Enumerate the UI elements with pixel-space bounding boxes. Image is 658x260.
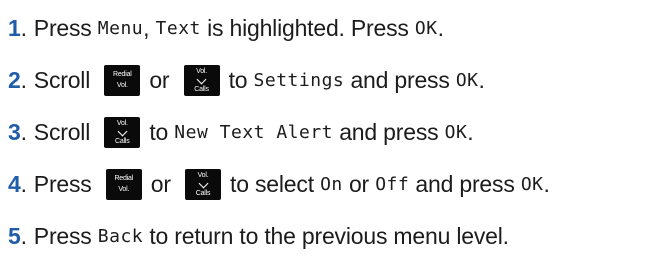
step-4: 4. Press Redial Vol. or Vol. Calls to select … [8,164,550,204]
key-bottom-label: Calls [194,85,209,93]
step-text: Press [33,170,98,197]
step-text: Scroll [33,118,97,145]
display-term: OK [520,173,544,195]
step-text: Press [33,14,98,41]
step-text: . [467,118,474,145]
display-term: Back [97,225,144,247]
step-3: 3. Scroll Vol. Calls to New Text Alert and … [8,112,474,152]
step-text: to [228,66,254,93]
step-5: 5. Press Back to return to the previous m… [8,216,509,256]
step-number: 4 [8,170,21,197]
display-term: Settings [253,69,345,91]
step-text: or [150,170,178,197]
step-text: Press [33,222,98,249]
display-term: OK [414,17,438,39]
step-text: to [149,118,175,145]
display-term: Menu [97,17,144,39]
step-number-period: . [20,14,27,41]
step-text: and press [409,170,521,197]
step-text: , [143,14,156,41]
key-bottom-label: Calls [115,137,130,145]
step-text: and press [333,118,445,145]
step-number: 2 [8,66,21,93]
chevron-down-icon [117,126,128,136]
step-text: to select [230,170,321,197]
step-2: 2. Scroll Redial Vol. or Vol. Calls to Settin… [8,60,485,100]
step-text: is highlighted. Press [200,14,415,41]
step-number: 3 [8,118,21,145]
step-text: to return to the previous menu level. [143,222,509,249]
step-number-period: . [20,170,27,197]
redial-vol-key-icon: Redial Vol. [104,64,141,96]
display-term: OK [444,121,468,143]
step-1: 1. Press Menu, Text is highlighted. Press… [8,8,444,48]
redial-vol-key-icon: Redial Vol. [105,168,142,200]
step-number-period: . [20,118,27,145]
display-term: Off [375,173,410,195]
step-text: . [478,66,485,93]
step-text: Scroll [33,66,97,93]
chevron-down-icon [196,74,207,84]
display-term: New Text Alert [174,121,334,143]
step-number-period: . [20,222,27,249]
step-text: and press [344,66,456,93]
step-text: or [149,66,176,93]
step-number: 1 [8,14,21,41]
step-text: or [342,170,376,197]
step-text: . [543,170,550,197]
key-bottom-label: Vol. [118,186,130,193]
step-number-period: . [20,66,27,93]
display-term: Text [155,17,201,39]
key-top-label: Vol. [196,67,207,75]
display-term: OK [455,69,479,91]
key-top-label: Redial [112,71,132,78]
vol-calls-down-key-icon: Vol. Calls [183,64,220,96]
key-bottom-label: Vol. [116,82,128,89]
key-top-label: Redial [114,175,134,182]
key-bottom-label: Calls [195,189,211,197]
chevron-down-icon [198,178,208,188]
step-text: . [437,14,444,41]
vol-calls-down-key-icon: Vol. Calls [185,168,222,200]
step-number: 5 [8,222,21,249]
display-term: On [320,173,343,195]
vol-calls-down-key-icon: Vol. Calls [104,116,141,148]
